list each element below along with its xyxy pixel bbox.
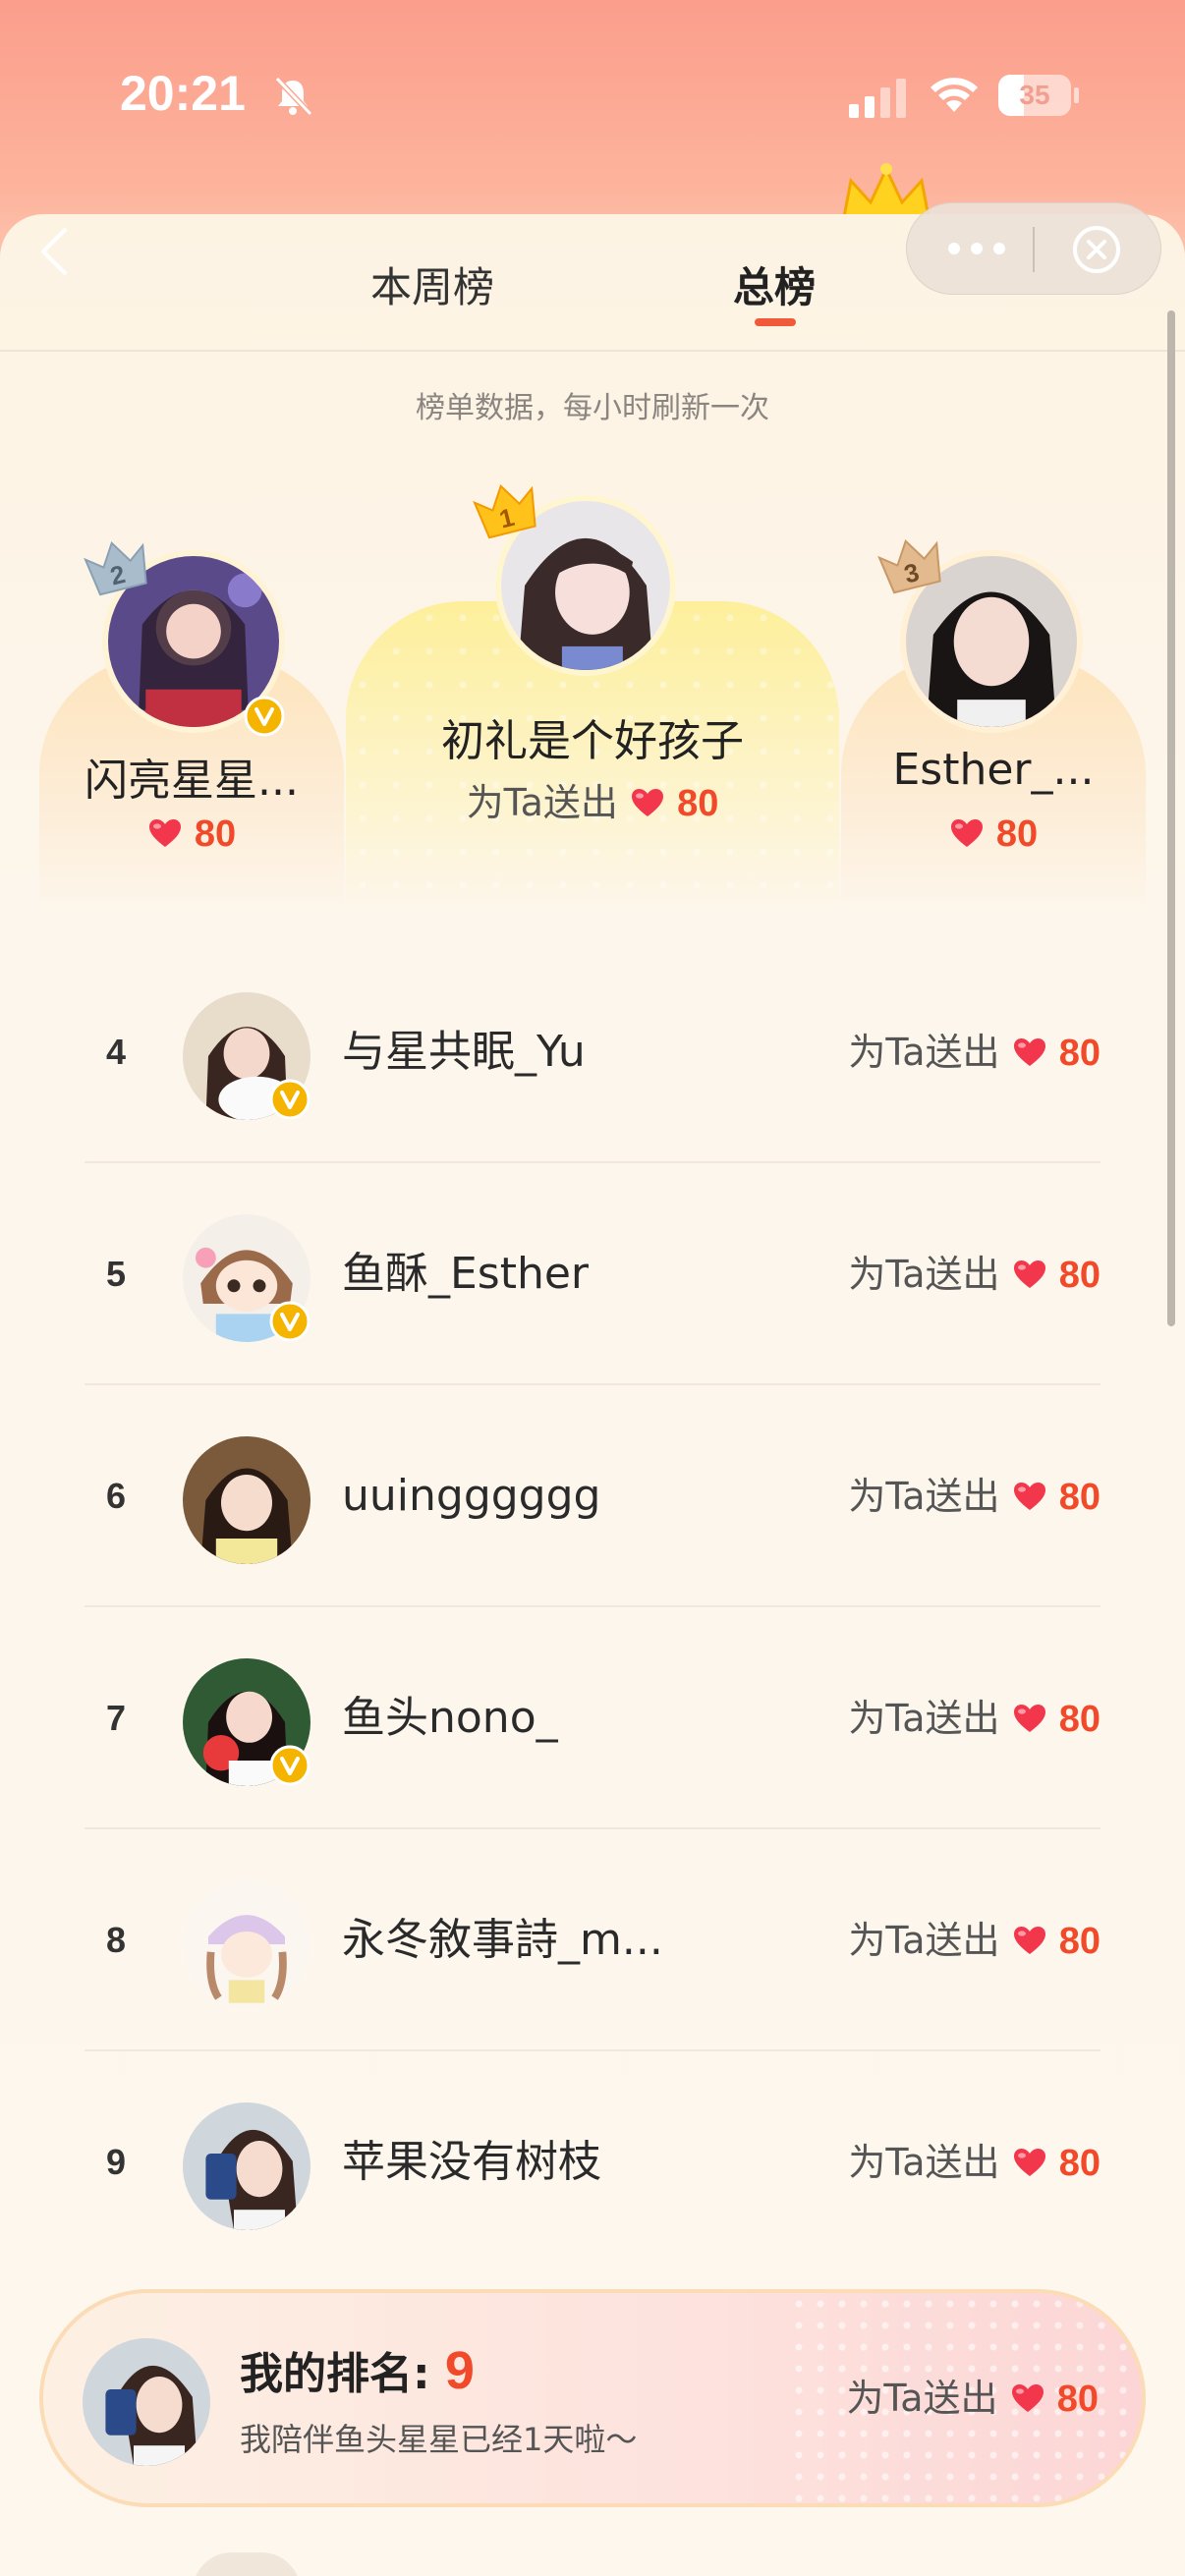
my-rank-card[interactable]: 我的排名: 9 我陪伴鱼头星星已经1天啦～ 为Ta送出 80 [39,2289,1146,2507]
heart-icon [1011,2384,1044,2412]
battery-icon: 35 [998,75,1079,116]
list-item[interactable]: 7 鱼头nono_ 为Ta送出 80 [85,1607,1100,1829]
heart-icon [148,819,181,847]
row-rank: 7 [106,1698,127,1738]
podium-score-rank-3: 80 [995,813,1039,855]
row-name: 永冬敘事詩_m... [342,1915,663,1965]
row-name: 鱼头nono_ [342,1693,558,1743]
row-gift: 为Ta送出 80 [848,2051,1100,2273]
gift-prefix: 为Ta送出 [466,781,618,824]
row-rank: 6 [106,1476,127,1516]
row-rank: 5 [106,1254,127,1294]
podium-score-rank-1: 80 [677,783,719,824]
my-rank-value: 9 [444,2341,475,2400]
list-item[interactable]: 9 苹果没有树枝 为Ta送出 80 [85,2051,1100,2273]
gift-prefix: 为Ta送出 [848,1031,1000,1074]
my-rank-label: 我的排名: 9 [240,2338,475,2401]
podium-gift-rank-1: 为Ta送出 80 [346,772,839,826]
row-gift: 为Ta送出 80 [848,941,1100,1163]
heart-icon [1013,1927,1045,1954]
tab-total[interactable]: 总榜 [666,253,882,322]
tab-divider [0,350,1185,352]
my-rank-desc: 我陪伴鱼头星星已经1天啦～ [240,2421,638,2458]
row-score: 80 [1058,1921,1100,1962]
heart-icon [950,819,983,847]
gift-prefix: 为Ta送出 [848,1475,1000,1518]
row-score: 80 [1058,1255,1100,1296]
rank-3-badge-icon: 3 [877,538,941,594]
podium-name-rank-1: 初礼是个好孩子 [441,716,744,766]
gift-prefix: 为Ta送出 [848,1253,1000,1296]
podium-score-rank-2: 80 [194,813,237,855]
row-name: 与星共眠_Yu [342,1027,586,1077]
heart-icon [1013,1038,1045,1066]
scrollbar[interactable] [1167,310,1175,1326]
heart-icon [1013,2149,1045,2176]
verified-badge-icon [269,1079,310,1120]
tab-active-indicator [755,318,796,326]
bell-muted-icon [274,76,313,117]
list-item[interactable]: 5 鱼酥_Esther 为Ta送出 80 [85,1163,1100,1385]
miniprogram-capsule [906,202,1161,295]
status-time: 20:21 [120,66,246,121]
my-gift: 为Ta送出 80 [846,2293,1099,2503]
podium-name-rank-2: 闪亮星星... [85,756,299,806]
avatar[interactable] [183,1880,310,2008]
row-gift: 为Ta送出 80 [848,1163,1100,1385]
podium-gift-rank-3: 80 [861,812,1126,856]
heart-icon [631,789,663,816]
my-score: 80 [1056,2379,1099,2420]
heart-icon [1013,1260,1045,1288]
row-gift: 为Ta送出 80 [848,1385,1100,1607]
chevron-left-icon[interactable] [35,224,71,279]
heart-icon [1013,1483,1045,1510]
podium-name-rank-3: Esther_... [892,745,1095,795]
row-score: 80 [1058,1033,1100,1074]
rank-2-badge-icon: 2 [84,540,147,596]
podium-gift-rank-2: 80 [59,812,324,856]
rank-1-badge-icon: 1 [473,483,536,539]
verified-badge-icon [269,1301,310,1342]
gift-prefix: 为Ta送出 [848,1919,1000,1962]
list-item[interactable]: 6 uuingggggg 为Ta送出 80 [85,1385,1100,1607]
refresh-note: 榜单数据，每小时刷新一次 [416,391,769,425]
my-avatar[interactable] [83,2338,210,2466]
my-rank-title: 我的排名: [240,2349,445,2399]
list-item[interactable]: 4 与星共眠_Yu 为Ta送出 80 [85,941,1100,1163]
wifi-icon [931,78,978,112]
row-score: 80 [1058,1477,1100,1518]
signal-icon [849,79,906,118]
row-name: uuingggggg [342,1471,601,1521]
row-name: 苹果没有树枝 [342,2137,601,2187]
list-item[interactable]: 8 永冬敘事詩_m... 为Ta送出 80 [85,1829,1100,2051]
row-score: 80 [1058,2143,1100,2184]
verified-badge-icon [244,696,285,737]
row-score: 80 [1058,1699,1100,1740]
row-rank: 4 [106,1032,127,1072]
tab-weekly[interactable]: 本周榜 [324,253,540,322]
status-bar: 20:21 35 [0,0,1185,196]
gift-prefix: 为Ta送出 [848,1697,1000,1740]
more-dots-icon[interactable] [942,229,1011,268]
battery-level: 35 [1019,80,1050,110]
heart-icon [1013,1705,1045,1732]
row-gift: 为Ta送出 80 [848,1607,1100,1829]
row-name: 鱼酥_Esther [342,1249,590,1299]
row-rank: 8 [106,1920,127,1960]
capsule-divider [1033,227,1035,272]
row-gift: 为Ta送出 80 [848,1829,1100,2051]
avatar[interactable] [183,1436,310,1564]
close-circle-icon[interactable] [1070,223,1123,276]
gift-prefix: 为Ta送出 [848,2141,1000,2184]
gift-prefix: 为Ta送出 [846,2377,998,2420]
avatar[interactable] [183,2102,310,2230]
row-rank: 9 [106,2142,127,2182]
verified-badge-icon [269,1745,310,1786]
